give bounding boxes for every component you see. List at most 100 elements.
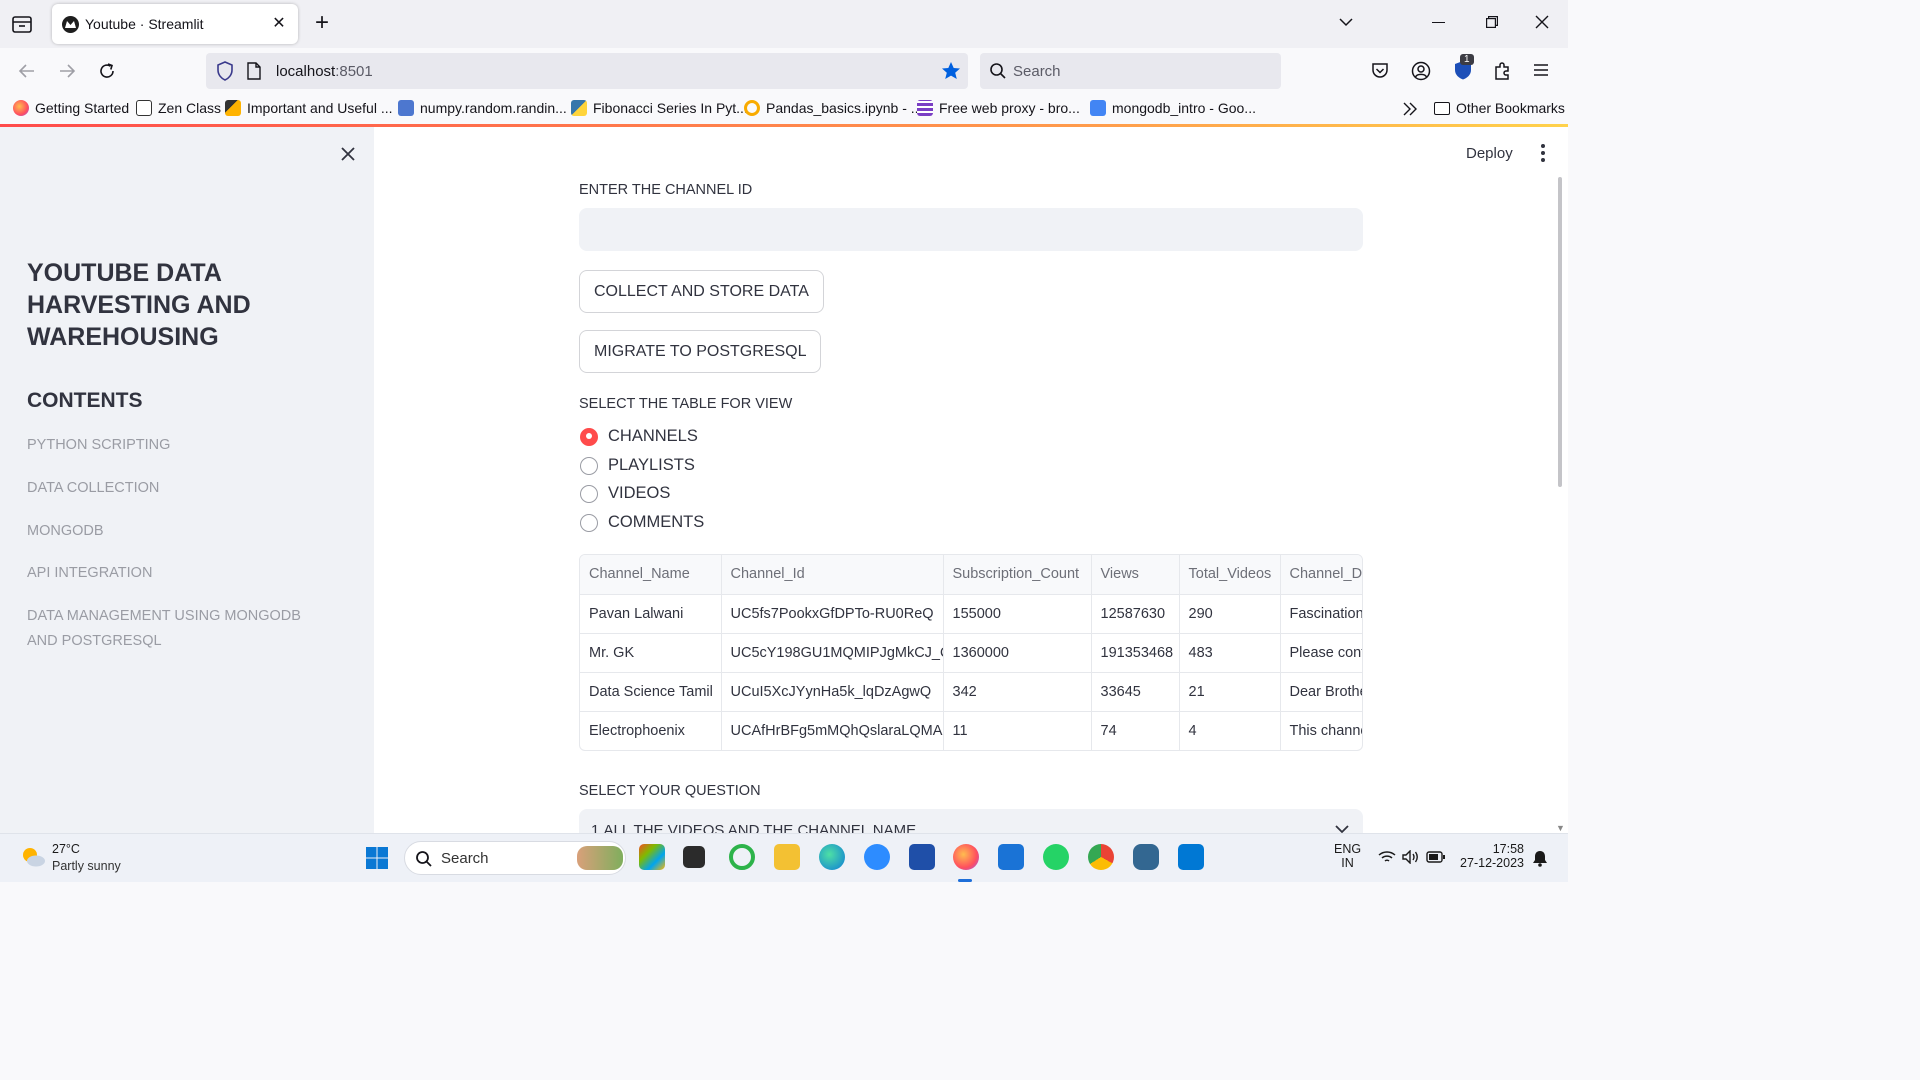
migrate-to-postgresql-button[interactable]: MIGRATE TO POSTGRESQL xyxy=(579,330,822,373)
new-tab-icon[interactable]: + xyxy=(310,11,334,36)
column-header[interactable]: Total_Videos xyxy=(1179,555,1281,595)
restore-window-icon[interactable] xyxy=(1486,16,1498,28)
mail-icon[interactable] xyxy=(998,844,1024,870)
close-window-icon[interactable] xyxy=(1534,14,1550,30)
browser-search-bar[interactable]: Search xyxy=(980,53,1281,89)
table-cell[interactable]: UC5cY198GU1MQMIPJgMkCJ_Q xyxy=(721,633,944,673)
bookmark-item[interactable]: Free web proxy - bro... xyxy=(917,100,1080,116)
weather-description[interactable]: Partly sunny xyxy=(52,859,121,873)
tracking-protection-shield-icon[interactable] xyxy=(216,61,234,81)
table-cell[interactable]: 155000 xyxy=(943,594,1092,634)
table-cell[interactable]: 33645 xyxy=(1091,672,1180,712)
radio-channels[interactable]: CHANNELS xyxy=(580,427,698,446)
account-icon[interactable] xyxy=(1411,61,1431,81)
chevron-double-right-icon[interactable] xyxy=(1402,102,1418,116)
table-cell[interactable]: 12587630 xyxy=(1091,594,1180,634)
bookmark-item[interactable]: Pandas_basics.ipynb - ... xyxy=(744,100,922,116)
close-sidebar-icon[interactable] xyxy=(338,144,358,164)
notification-bell-icon[interactable] xyxy=(1532,850,1548,867)
other-bookmarks[interactable]: Other Bookmarks xyxy=(1434,100,1565,116)
microsoft-store-icon[interactable] xyxy=(909,844,935,870)
column-header[interactable]: Subscription_Count xyxy=(943,555,1092,595)
back-arrow-icon[interactable] xyxy=(16,60,38,82)
minimize-window-icon[interactable] xyxy=(1432,22,1445,24)
wifi-icon[interactable] xyxy=(1378,850,1396,864)
table-cell[interactable]: This channe xyxy=(1280,711,1362,750)
zoom-icon[interactable] xyxy=(864,844,890,870)
table-cell[interactable]: Pavan Lalwani xyxy=(580,594,722,634)
table-cell[interactable]: UC5fs7PookxGfDPTo-RU0ReQ xyxy=(721,594,944,634)
table-cell[interactable]: 11 xyxy=(943,711,1092,750)
extensions-puzzle-icon[interactable] xyxy=(1492,61,1512,81)
table-cell[interactable]: 74 xyxy=(1091,711,1180,750)
table-cell[interactable]: 342 xyxy=(943,672,1092,712)
column-header[interactable]: Channel_Id xyxy=(721,555,944,595)
table-cell[interactable]: Fascination xyxy=(1280,594,1362,634)
taskbar-search[interactable]: Search xyxy=(404,841,626,875)
vscode-icon[interactable] xyxy=(1178,844,1204,870)
table-cell[interactable]: 1360000 xyxy=(943,633,1092,673)
volume-icon[interactable] xyxy=(1402,850,1420,864)
main-menu-icon[interactable] xyxy=(1540,143,1546,163)
clock[interactable]: 17:58 27-12-2023 xyxy=(1460,842,1524,870)
table-cell[interactable]: Dear Brothe xyxy=(1280,672,1362,712)
windows-start-icon[interactable] xyxy=(365,846,389,870)
table-cell[interactable]: Data Science Tamil xyxy=(580,672,722,712)
reload-icon[interactable] xyxy=(96,60,118,82)
radio-videos[interactable]: VIDEOS xyxy=(580,484,670,503)
table-cell[interactable]: UCAfHrBFg5mMQhQslaraLQMA xyxy=(721,711,944,750)
pocket-icon[interactable] xyxy=(1370,61,1390,81)
extension-shield-icon[interactable]: 1 xyxy=(1452,54,1474,81)
edge-icon[interactable] xyxy=(819,844,845,870)
table-cell[interactable]: 191353468 xyxy=(1091,633,1180,673)
bookmark-item[interactable]: Fibonacci Series In Pyt... xyxy=(571,100,748,116)
column-header[interactable]: Views xyxy=(1091,555,1180,595)
firefox-icon[interactable] xyxy=(953,844,979,870)
menu-hamburger-icon[interactable] xyxy=(1532,61,1550,79)
bookmark-item[interactable]: Zen Class xyxy=(136,100,221,116)
radio-unselected-icon[interactable] xyxy=(580,456,598,475)
bookmark-item[interactable]: numpy.random.randin... xyxy=(398,100,567,116)
language-indicator[interactable]: ENG IN xyxy=(1334,842,1361,870)
whatsapp-icon[interactable] xyxy=(1043,844,1069,870)
channels-dataframe[interactable]: Channel_Name Channel_Id Subscription_Cou… xyxy=(579,554,1363,751)
main-scrollbar[interactable]: ▼ xyxy=(1556,177,1565,833)
chevron-down-icon[interactable] xyxy=(1338,14,1354,30)
bookmark-item[interactable]: Getting Started xyxy=(13,100,129,116)
column-header[interactable]: Channel_De xyxy=(1280,555,1362,595)
radio-playlists[interactable]: PLAYLISTS xyxy=(580,456,695,475)
table-cell[interactable]: Electrophoenix xyxy=(580,711,722,750)
table-cell[interactable]: 290 xyxy=(1179,594,1281,634)
chrome-icon[interactable] xyxy=(1088,844,1114,870)
collect-and-store-button[interactable]: COLLECT AND STORE DATA xyxy=(579,270,824,313)
scroll-down-arrow-icon[interactable]: ▼ xyxy=(1556,823,1565,833)
address-bar[interactable]: localhost:8501 xyxy=(206,53,968,89)
weather-temperature[interactable]: 27°C xyxy=(52,842,80,856)
battery-icon[interactable] xyxy=(1426,850,1446,864)
radio-selected-icon[interactable] xyxy=(580,427,598,446)
partly-sunny-icon[interactable] xyxy=(20,844,46,870)
forward-arrow-icon[interactable] xyxy=(56,60,78,82)
browser-tab[interactable]: Youtube · Streamlit ✕ xyxy=(52,4,298,44)
table-cell[interactable]: Mr. GK xyxy=(580,633,722,673)
table-cell[interactable]: 483 xyxy=(1179,633,1281,673)
deploy-button[interactable]: Deploy xyxy=(1466,145,1513,162)
task-view-icon[interactable] xyxy=(683,846,705,868)
table-cell[interactable]: Please cont xyxy=(1280,633,1362,673)
table-cell[interactable]: 21 xyxy=(1179,672,1281,712)
bookmark-star-icon[interactable] xyxy=(940,60,962,82)
copilot-pre-icon[interactable] xyxy=(639,844,665,870)
file-explorer-icon[interactable] xyxy=(774,844,800,870)
close-tab-icon[interactable]: ✕ xyxy=(270,15,288,33)
table-cell[interactable]: UCuI5XcJYynHa5k_lqDzAgwQ xyxy=(721,672,944,712)
radio-unselected-icon[interactable] xyxy=(580,484,598,503)
table-cell[interactable]: 4 xyxy=(1179,711,1281,750)
list-all-tabs-icon[interactable] xyxy=(10,12,34,36)
radio-unselected-icon[interactable] xyxy=(580,513,598,532)
bookmark-item[interactable]: Important and Useful ... xyxy=(225,100,393,116)
radio-comments[interactable]: COMMENTS xyxy=(580,513,704,532)
column-header[interactable]: Channel_Name xyxy=(580,555,722,595)
postgresql-icon[interactable] xyxy=(1133,844,1159,870)
green-circle-app-icon[interactable] xyxy=(729,844,755,870)
bookmark-item[interactable]: mongodb_intro - Goo... xyxy=(1090,100,1256,116)
